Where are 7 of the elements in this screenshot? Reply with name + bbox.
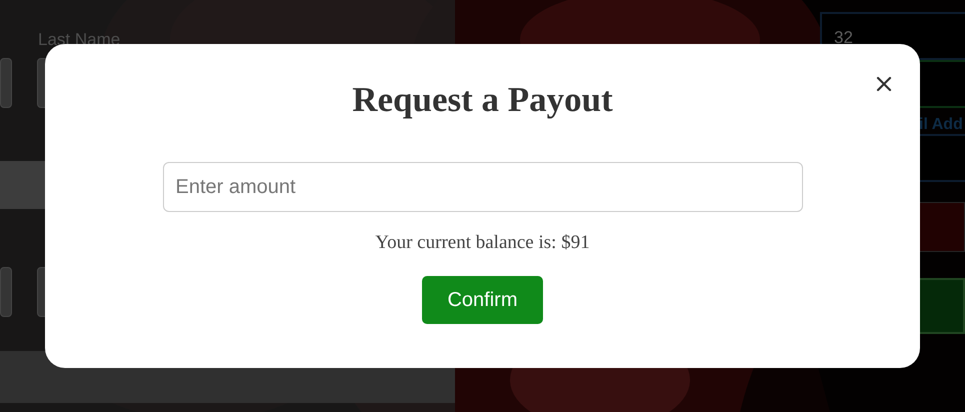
dialog-title: Request a Payout — [352, 80, 613, 120]
confirm-button[interactable]: Confirm — [422, 276, 543, 324]
amount-field[interactable]: Enter amount — [162, 162, 802, 212]
text-field[interactable] — [0, 58, 12, 108]
field-label: il Add — [919, 116, 964, 134]
text-field[interactable] — [0, 267, 12, 317]
balance-text: Your current balance is: $91 — [375, 232, 590, 254]
